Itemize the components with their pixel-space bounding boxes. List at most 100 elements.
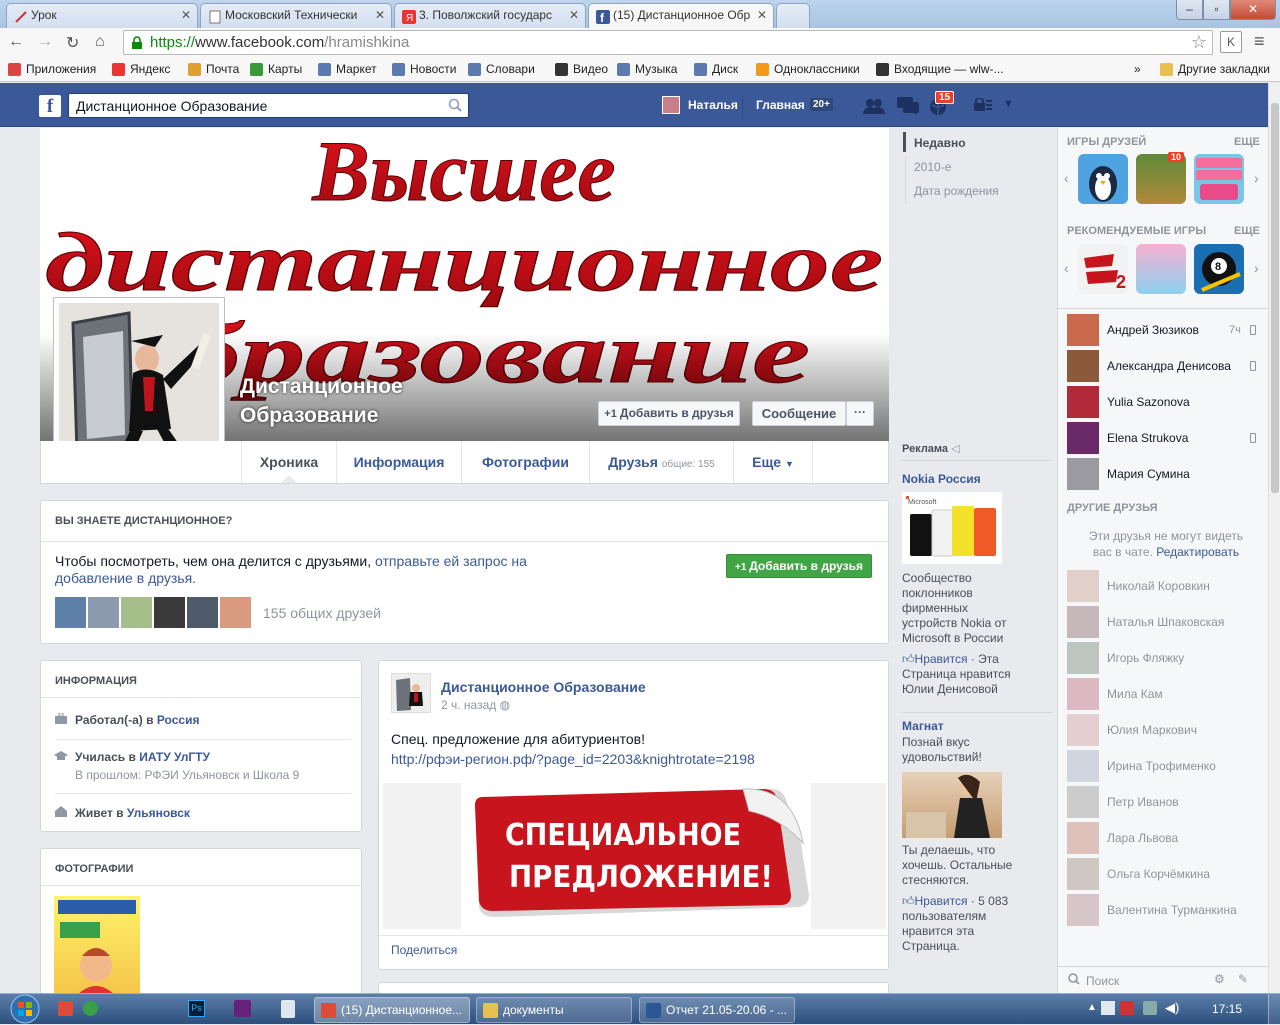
chat-friend-item[interactable]: Александра Денисова: [1067, 350, 1262, 382]
chat-friend-item[interactable]: Ольга Корчёмкина: [1067, 858, 1262, 890]
volume-icon[interactable]: ◀): [1165, 1000, 1179, 1016]
search-box[interactable]: [68, 93, 469, 118]
chat-friend-item[interactable]: Николай Коровкин: [1067, 570, 1262, 602]
post-time[interactable]: 2 ч. назад ◍: [441, 698, 510, 712]
friend-thumbnail[interactable]: [55, 597, 86, 628]
back-arrow-icon[interactable]: ←: [8, 33, 24, 51]
more-options-button[interactable]: ···: [846, 401, 874, 426]
pinned-app-icon[interactable]: [58, 1001, 73, 1016]
game-tile-kitchen-scramble[interactable]: [1194, 154, 1244, 204]
calculator-icon[interactable]: [281, 1000, 295, 1018]
timeline-year[interactable]: 2010-е: [914, 160, 951, 174]
privacy-lock-icon[interactable]: [974, 98, 992, 112]
scroll-thumb[interactable]: [1271, 103, 1279, 493]
ad1-image[interactable]: Microsoft: [902, 492, 1002, 564]
close-icon[interactable]: ✕: [569, 8, 579, 22]
add-friend-button[interactable]: +1 Добавить в друзья: [598, 401, 740, 426]
mutual-friends-text[interactable]: 155 общих друзей: [263, 605, 381, 621]
bookmark-item[interactable]: Маркет: [318, 62, 377, 76]
page-scrollbar[interactable]: [1268, 83, 1280, 993]
message-button[interactable]: Сообщение: [752, 401, 846, 426]
browser-tab-4[interactable]: f (15) Дистанционное Обр ✕: [588, 3, 774, 28]
menu-icon[interactable]: ≡: [1254, 31, 1265, 52]
timeline-birth[interactable]: Дата рождения: [914, 184, 999, 198]
chat-friend-item[interactable]: Юлия Маркович: [1067, 714, 1262, 746]
bookmark-item[interactable]: Карты: [250, 62, 302, 76]
chat-friend-item[interactable]: Петр Иванов: [1067, 786, 1262, 818]
rec-more-link[interactable]: ЕЩЕ: [1234, 225, 1260, 237]
ad2-like-link[interactable]: Нравится: [915, 894, 968, 908]
profile-link[interactable]: Наталья: [688, 98, 738, 112]
bookmark-item[interactable]: Диск: [694, 62, 738, 76]
clock[interactable]: 17:15: [1212, 1002, 1242, 1016]
chat-friend-item[interactable]: Ирина Трофименко: [1067, 750, 1262, 782]
close-window-button[interactable]: ✕: [1230, 0, 1276, 20]
close-icon[interactable]: ✕: [181, 8, 191, 22]
bookmark-item[interactable]: Новости: [392, 62, 456, 76]
taskbar-button[interactable]: (15) Дистанционное...: [314, 997, 470, 1023]
games-more-link[interactable]: ЕЩЕ: [1234, 136, 1260, 148]
reload-icon[interactable]: ↻: [66, 33, 79, 53]
bookmark-item[interactable]: Одноклассники: [756, 62, 860, 76]
game-tile-penguin[interactable]: [1078, 154, 1128, 204]
new-tab-button[interactable]: [776, 3, 810, 28]
photoshop-icon[interactable]: Ps: [188, 1000, 205, 1017]
post-author-avatar[interactable]: [391, 673, 431, 713]
bookmark-item[interactable]: Приложения: [8, 62, 96, 76]
search-input[interactable]: [76, 98, 436, 114]
chevron-right-icon[interactable]: ›: [1254, 260, 1259, 276]
friend-thumbnail[interactable]: [88, 597, 119, 628]
keyboard-tray-icon[interactable]: [1101, 1001, 1115, 1015]
star-icon[interactable]: ☆: [1191, 32, 1207, 53]
start-button[interactable]: [4, 994, 46, 1025]
bookmark-item[interactable]: Входящие — wlw-...: [876, 62, 1004, 76]
chat-friend-item[interactable]: Лара Львова: [1067, 822, 1262, 854]
chrome-pinned-icon[interactable]: [83, 1001, 98, 1016]
avatar[interactable]: [662, 96, 680, 114]
browser-tab-3[interactable]: Я 3. Поволжский государс ✕: [394, 3, 586, 28]
bookmark-item[interactable]: Видео: [555, 62, 608, 76]
share-link[interactable]: Поделиться: [391, 943, 457, 957]
tab-photos[interactable]: Фотографии: [461, 441, 589, 483]
game-tile-dead-trigger[interactable]: 2: [1078, 244, 1128, 294]
tab-about[interactable]: Информация: [336, 441, 461, 483]
close-icon[interactable]: ✕: [757, 8, 767, 22]
home-link[interactable]: Главная: [756, 98, 805, 112]
tab-more[interactable]: Еще ▼: [733, 441, 813, 483]
extension-k-icon[interactable]: K: [1220, 31, 1242, 53]
bookmark-item[interactable]: Яндекс: [112, 62, 170, 76]
chat-friend-item[interactable]: Валентина Турманкина: [1067, 894, 1262, 926]
chat-friend-item[interactable]: Elena Strukova: [1067, 422, 1262, 454]
other-bookmarks[interactable]: Другие закладки: [1160, 62, 1270, 76]
timeline-recent[interactable]: Недавно: [914, 136, 966, 150]
chat-friend-item[interactable]: Мила Кам: [1067, 678, 1262, 710]
ad1-like-link[interactable]: Нравится: [915, 652, 968, 666]
messages-icon[interactable]: [897, 97, 919, 115]
close-icon[interactable]: ✕: [375, 8, 385, 22]
search-icon[interactable]: [448, 98, 462, 112]
maximize-button[interactable]: ▫: [1203, 0, 1230, 20]
home-icon[interactable]: ⌂: [95, 33, 105, 51]
chat-friend-item[interactable]: Наталья Шпаковская: [1067, 606, 1262, 638]
chat-friend-item[interactable]: Yulia Sazonova: [1067, 386, 1262, 418]
bookmark-item[interactable]: Почта: [188, 62, 239, 76]
tray-icon[interactable]: [1143, 1001, 1157, 1015]
chevron-left-icon[interactable]: ‹: [1064, 260, 1069, 276]
address-bar[interactable]: https://www.facebook.com/hramishkina ☆: [123, 30, 1213, 55]
friend-thumbnail[interactable]: [220, 597, 251, 628]
browser-tab-1[interactable]: Урок ✕: [6, 3, 198, 28]
bookmark-item[interactable]: Музыка: [617, 62, 677, 76]
account-menu-caret-icon[interactable]: ▼: [1003, 98, 1014, 110]
minimize-button[interactable]: –: [1176, 0, 1203, 20]
friend-thumbnail[interactable]: [121, 597, 152, 628]
network-tray-icon[interactable]: [1120, 1001, 1134, 1015]
taskbar-button[interactable]: документы: [476, 997, 632, 1023]
add-friend-green-button[interactable]: +1 Добавить в друзья: [726, 554, 872, 578]
game-tile-8-ball[interactable]: 8: [1194, 244, 1244, 294]
gear-icon[interactable]: ⚙: [1214, 972, 1225, 986]
ad2-image[interactable]: [902, 772, 1002, 838]
chat-friend-item[interactable]: Мария Сумина: [1067, 458, 1262, 490]
tray-arrow-icon[interactable]: ▲: [1087, 1002, 1097, 1013]
browser-tab-2[interactable]: Московский Технически ✕: [200, 3, 392, 28]
chevron-right-icon[interactable]: ›: [1254, 170, 1259, 186]
